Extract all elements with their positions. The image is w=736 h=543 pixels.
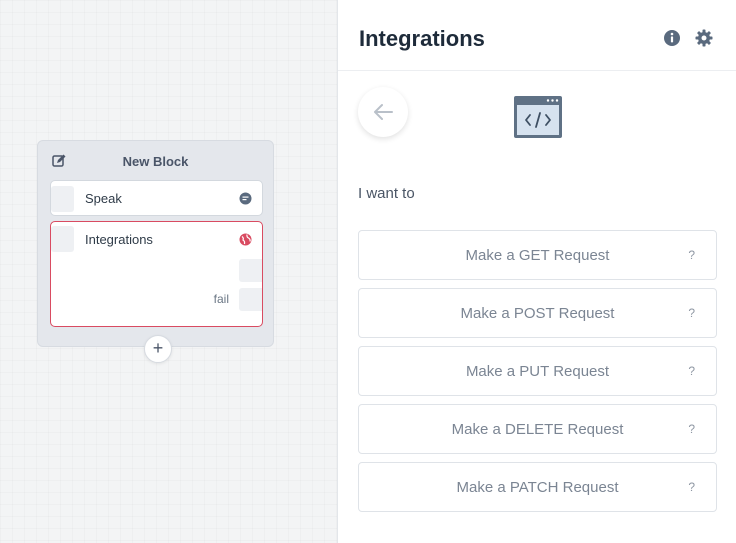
- fail-port-label: fail: [213, 292, 229, 306]
- option-post-request[interactable]: Make a POST Request ?: [358, 288, 717, 338]
- help-icon[interactable]: ?: [688, 422, 695, 436]
- block-title[interactable]: New Block: [38, 154, 273, 169]
- help-icon[interactable]: ?: [688, 306, 695, 320]
- speak-bubble-icon: [239, 192, 252, 205]
- option-delete-request[interactable]: Make a DELETE Request ?: [358, 404, 717, 454]
- step-speak[interactable]: Speak: [50, 180, 263, 216]
- gear-icon[interactable]: [695, 29, 713, 47]
- output-port[interactable]: [239, 259, 262, 282]
- flow-block[interactable]: New Block Speak Integrations fail: [37, 140, 274, 347]
- option-label: Make a PUT Request: [465, 363, 610, 380]
- block-header: New Block: [38, 141, 273, 179]
- help-icon[interactable]: ?: [688, 480, 695, 494]
- info-icon[interactable]: [663, 29, 681, 47]
- option-label: Make a GET Request: [465, 247, 610, 264]
- option-label: Make a POST Request: [460, 305, 615, 322]
- drag-handle[interactable]: [51, 226, 74, 252]
- globe-icon: [239, 233, 252, 246]
- option-put-request[interactable]: Make a PUT Request ?: [358, 346, 717, 396]
- help-icon[interactable]: ?: [688, 248, 695, 262]
- add-step-button[interactable]: +: [144, 335, 172, 363]
- fail-port[interactable]: [239, 288, 262, 311]
- drag-handle[interactable]: [51, 186, 74, 212]
- integrations-panel: Integrations I want to Make a GET Reques…: [337, 0, 736, 543]
- code-window-icon: [514, 96, 562, 138]
- option-label: Make a PATCH Request: [456, 479, 619, 496]
- option-patch-request[interactable]: Make a PATCH Request ?: [358, 462, 717, 512]
- step-label: Integrations: [85, 232, 153, 247]
- panel-header: Integrations: [338, 0, 736, 71]
- flow-canvas[interactable]: New Block Speak Integrations fail +: [0, 0, 337, 543]
- help-icon[interactable]: ?: [688, 364, 695, 378]
- step-label: Speak: [85, 191, 122, 206]
- prompt-text: I want to: [358, 185, 415, 202]
- step-integrations[interactable]: Integrations fail: [50, 221, 263, 327]
- panel-title: Integrations: [359, 26, 485, 51]
- back-button[interactable]: [358, 87, 408, 137]
- arrow-left-icon: [374, 104, 393, 120]
- option-get-request[interactable]: Make a GET Request ?: [358, 230, 717, 280]
- option-label: Make a DELETE Request: [451, 421, 624, 438]
- request-options: Make a GET Request ? Make a POST Request…: [358, 230, 717, 520]
